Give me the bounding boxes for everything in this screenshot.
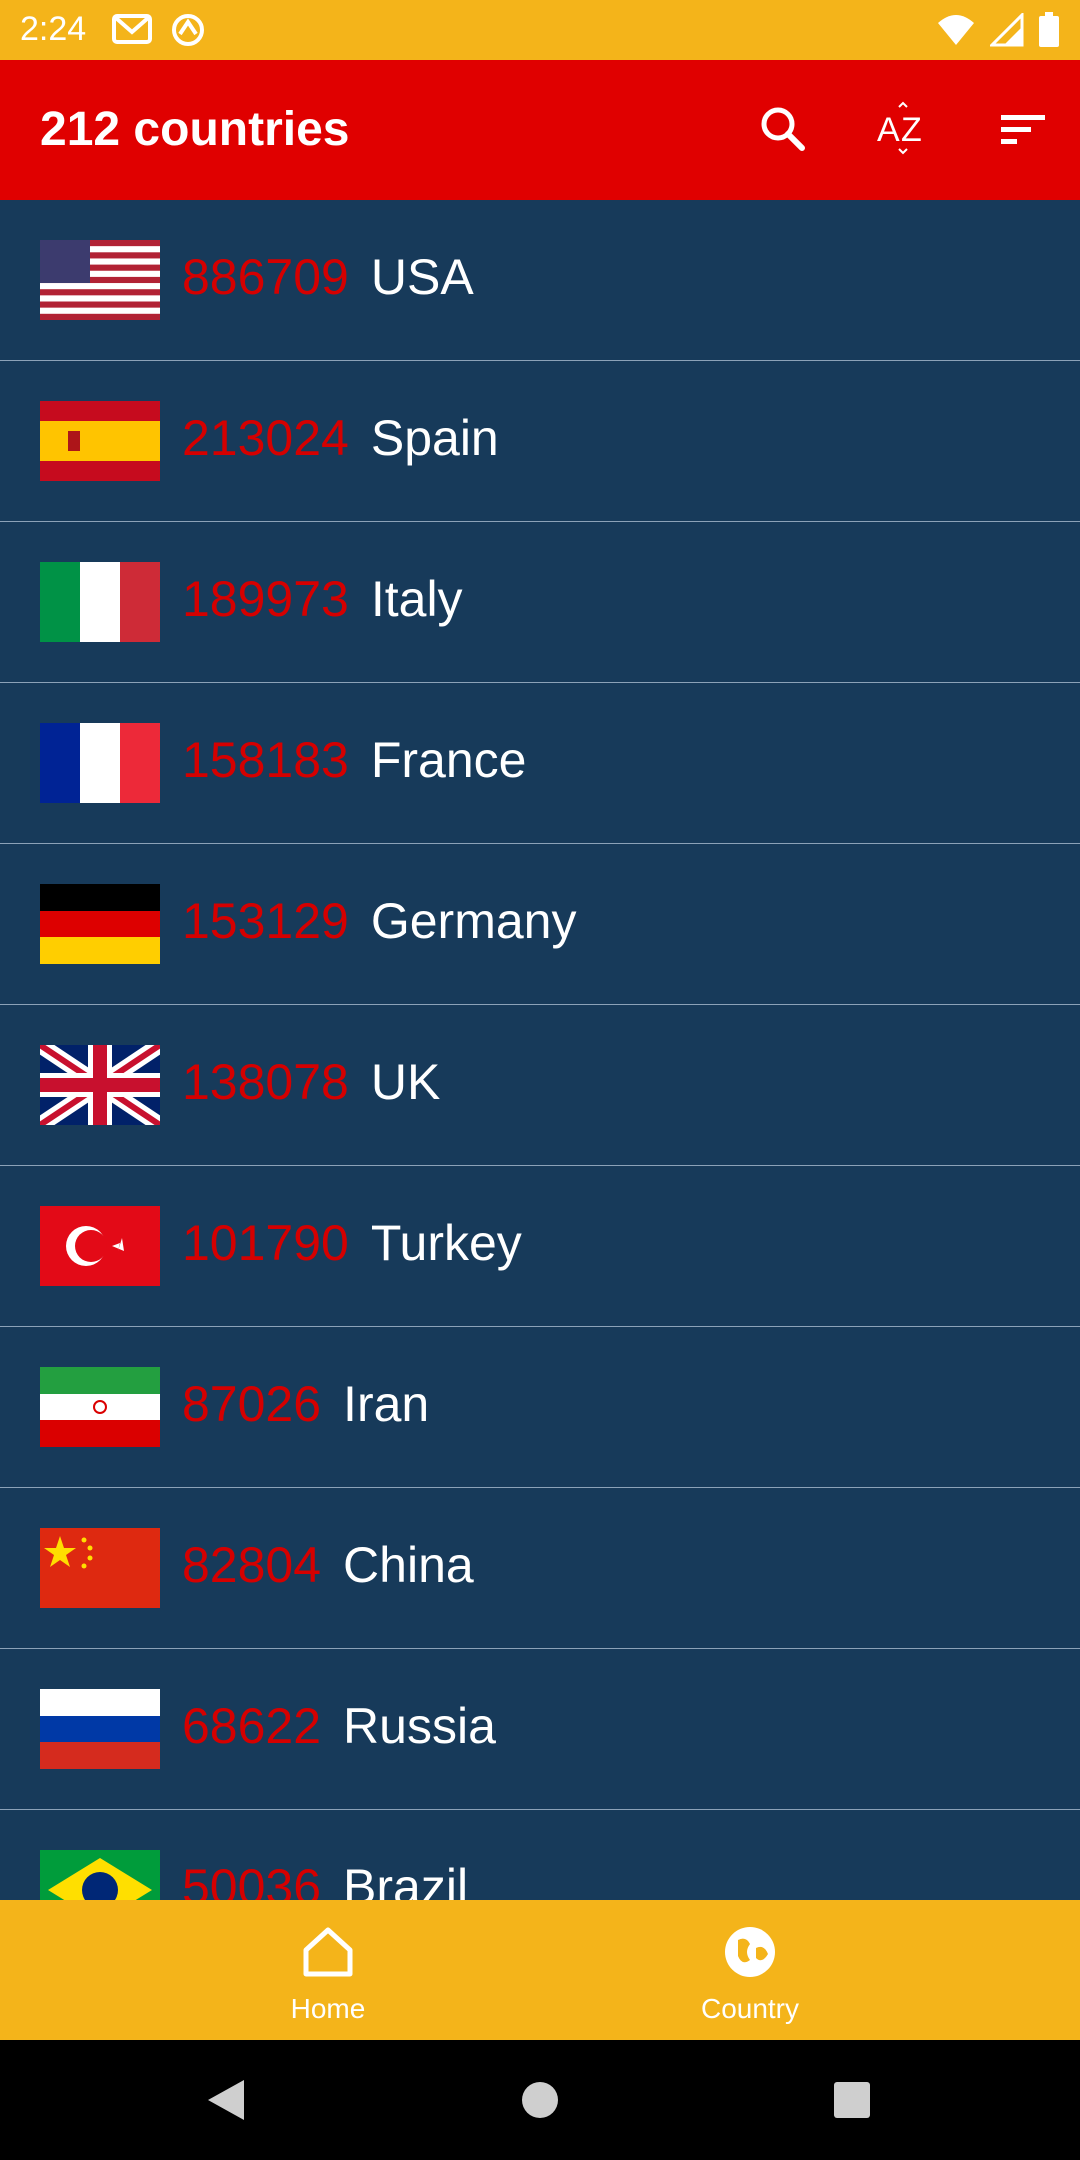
case-count: 158183	[182, 732, 349, 788]
sort-icon	[999, 109, 1047, 154]
back-icon[interactable]	[206, 2078, 246, 2127]
country-name: UK	[370, 1054, 441, 1110]
sort-az-button[interactable]: A Z	[872, 100, 934, 162]
svg-text:A: A	[877, 111, 900, 149]
russia-flag-icon	[40, 1689, 160, 1769]
battery-icon	[1038, 12, 1060, 53]
turkey-flag-icon	[40, 1206, 160, 1286]
case-count: 50036	[182, 1859, 322, 1900]
search-button[interactable]	[752, 100, 814, 162]
case-count: 886709	[182, 249, 349, 305]
search-icon	[758, 104, 808, 159]
uk-flag-icon	[40, 1045, 160, 1125]
list-item[interactable]: 189973 Italy	[0, 522, 1080, 683]
brazil-flag-icon	[40, 1850, 160, 1900]
list-item[interactable]: 68622 Russia	[0, 1649, 1080, 1810]
country-name: France	[370, 732, 527, 788]
app-bar: 212 countries A Z	[0, 60, 1080, 200]
case-count: 101790	[182, 1215, 349, 1271]
china-flag-icon	[40, 1528, 160, 1608]
case-count: 138078	[182, 1054, 349, 1110]
status-bar: 2:24	[0, 0, 1080, 60]
nav-country[interactable]: Country	[650, 1922, 850, 2025]
country-name: Russia	[343, 1698, 496, 1754]
country-name: China	[343, 1537, 474, 1593]
germany-flag-icon	[40, 884, 160, 964]
status-time: 2:24	[20, 10, 87, 48]
case-count: 189973	[182, 571, 349, 627]
home-circle-icon[interactable]	[520, 2078, 560, 2127]
list-item[interactable]: 87026 Iran	[0, 1327, 1080, 1488]
country-name: Iran	[343, 1376, 430, 1432]
bottom-nav: Home Country	[0, 1900, 1080, 2040]
case-count: 68622	[182, 1698, 322, 1754]
italy-flag-icon	[40, 562, 160, 642]
sort-button[interactable]	[992, 100, 1054, 162]
france-flag-icon	[40, 723, 160, 803]
case-count: 82804	[182, 1537, 322, 1593]
nav-home[interactable]: Home	[228, 1922, 428, 2025]
spain-flag-icon	[40, 401, 160, 481]
gmail-icon	[112, 12, 152, 53]
list-item[interactable]: 101790 Turkey	[0, 1166, 1080, 1327]
nav-home-label: Home	[290, 1993, 366, 2024]
system-nav-bar	[0, 2040, 1080, 2160]
globe-icon	[720, 1927, 780, 1986]
country-name: Germany	[370, 893, 577, 949]
case-count: 213024	[182, 410, 349, 466]
sort-az-icon: A Z	[875, 101, 931, 162]
recents-icon[interactable]	[832, 2078, 872, 2127]
sync-icon	[170, 12, 206, 53]
wifi-icon	[936, 13, 976, 52]
country-name: USA	[370, 249, 474, 305]
list-item[interactable]: 50036 Brazil	[0, 1810, 1080, 1900]
list-item[interactable]: 153129 Germany	[0, 844, 1080, 1005]
list-item[interactable]: 82804 China	[0, 1488, 1080, 1649]
case-count: 87026	[182, 1376, 322, 1432]
page-title: 212 countries	[40, 103, 350, 156]
country-list[interactable]: 886709 USA 213024 Spain 189973 Italy 158183…	[0, 200, 1080, 1900]
country-name: Brazil	[343, 1859, 469, 1900]
home-icon	[298, 1927, 358, 1986]
country-name: Turkey	[370, 1215, 522, 1271]
case-count: 153129	[182, 893, 349, 949]
country-name: Italy	[370, 571, 463, 627]
signal-icon	[988, 11, 1024, 52]
list-item[interactable]: 886709 USA	[0, 200, 1080, 361]
svg-text:Z: Z	[901, 111, 922, 149]
iran-flag-icon	[40, 1367, 160, 1447]
list-item[interactable]: 213024 Spain	[0, 361, 1080, 522]
nav-country-label: Country	[700, 1993, 800, 2024]
country-name: Spain	[370, 410, 499, 466]
list-item[interactable]: 138078 UK	[0, 1005, 1080, 1166]
list-item[interactable]: 158183 France	[0, 683, 1080, 844]
usa-flag-icon	[40, 240, 160, 320]
